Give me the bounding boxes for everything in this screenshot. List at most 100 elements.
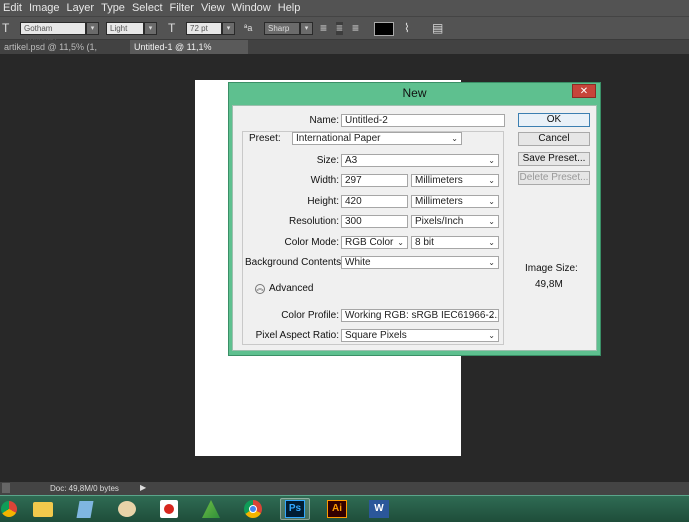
preset-value: International Paper [296,133,381,144]
dialog-body: Name: Untitled-2 Preset: International P… [232,105,597,351]
antialias-dropdown-icon[interactable]: ▾ [300,22,313,35]
panels-toggle-icon[interactable]: ▤ [432,22,443,35]
menu-type[interactable]: Type [101,2,132,14]
align-center-icon[interactable]: ≡ [336,22,344,35]
size-value: A3 [345,155,358,166]
menu-layer[interactable]: Layer [67,2,102,14]
font-size-icon: T [168,21,176,35]
color-profile-select[interactable]: Working RGB: sRGB IEC61966-2.1 ⌄ [341,309,499,322]
save-preset-button[interactable]: Save Preset... [518,152,590,166]
illustrator-taskbar-button[interactable]: Ai [322,498,352,520]
resolution-input[interactable]: 300 [341,215,408,228]
notepad-icon[interactable] [70,498,100,520]
tab-untitled-1[interactable]: Untitled-1 @ 11,1% (RGB/8)× [130,40,248,66]
document-tab-bar: artikel.psd @ 11,5% (1, RGB/8) *× Untitl… [0,40,689,66]
resolution-unit-select[interactable]: Pixels/Inch ⌄ [411,215,499,228]
color-profile-label: Color Profile: [281,310,339,321]
chevron-down-icon: ⌄ [488,258,495,267]
photoshop-taskbar-button[interactable]: Ps [280,498,310,520]
height-unit-value: Millimeters [415,196,463,207]
image-size-label: Image Size: [525,263,578,274]
width-label: Width: [310,175,339,186]
font-style-field[interactable]: Light [106,22,144,35]
acrobat-icon[interactable] [154,498,184,520]
height-label: Height: [307,196,339,207]
menu-window[interactable]: Window [232,2,278,14]
text-color-swatch[interactable] [374,22,394,36]
preset-select[interactable]: International Paper ⌄ [292,132,462,145]
menu-view[interactable]: View [201,2,232,14]
pixel-aspect-ratio-label: Pixel Aspect Ratio: [255,330,339,341]
font-size-dropdown-icon[interactable]: ▾ [222,22,235,35]
antialias-field[interactable]: Sharp [264,22,300,35]
chevron-down-icon: ⌄ [451,134,458,143]
font-family-dropdown-icon[interactable]: ▾ [86,22,99,35]
width-unit-select[interactable]: Millimeters ⌄ [411,174,499,187]
status-menu-arrow-icon[interactable]: ▶ [140,483,146,492]
font-style-dropdown-icon[interactable]: ▾ [144,22,157,35]
file-explorer-icon[interactable] [28,498,58,520]
chevron-down-icon: ⌄ [397,238,404,247]
photoshop-icon: Ps [285,500,305,518]
width-input[interactable]: 297 [341,174,408,187]
pixel-aspect-ratio-select[interactable]: Square Pixels ⌄ [341,329,499,342]
chrome-icon[interactable] [238,498,268,520]
pixel-aspect-ratio-value: Square Pixels [345,330,407,341]
cancel-button[interactable]: Cancel [518,132,590,146]
advanced-label[interactable]: Advanced [269,282,313,295]
size-label: Size: [316,155,339,166]
tab-artikel[interactable]: artikel.psd @ 11,5% (1, RGB/8) *× [0,40,126,66]
chevron-down-icon: ⌄ [488,176,495,185]
dialog-title: New [402,86,427,100]
menu-image[interactable]: Image [29,2,67,14]
chevron-down-icon: ⌄ [488,238,495,247]
zoom-field[interactable] [2,483,10,493]
background-contents-select[interactable]: White ⌄ [341,256,499,269]
status-bar: Doc: 49,8M/0 bytes ▶ [0,482,689,495]
font-family-field[interactable]: Gotham Rounded [20,22,86,44]
menu-select[interactable]: Select [132,2,170,14]
resolution-label: Resolution: [288,216,339,227]
delete-preset-button: Delete Preset... [518,171,590,185]
antialias-icon: ªa [244,23,253,33]
height-unit-select[interactable]: Millimeters ⌄ [411,195,499,208]
illustrator-icon: Ai [327,500,347,518]
name-input[interactable]: Untitled-2 [341,114,505,127]
resolution-unit-value: Pixels/Inch [415,216,464,227]
chevron-down-icon: ⌄ [488,156,495,165]
menu-bar: Edit Image Layer Type Select Filter View… [0,0,689,16]
type-tool-icon[interactable]: T [2,22,9,35]
color-mode-label: Color Mode: [284,237,339,248]
word-taskbar-button[interactable]: W [364,498,394,520]
chevron-down-icon: ⌄ [488,311,495,320]
align-left-icon[interactable]: ≡ [320,22,327,35]
windows-taskbar: Ps Ai W [0,495,689,522]
image-size-value: 49,8M [535,279,563,290]
new-document-dialog: New ✕ Name: Untitled-2 Preset: Internati… [228,82,601,356]
menu-help[interactable]: Help [278,2,308,14]
align-right-icon[interactable]: ≡ [352,22,359,35]
corel-draw-icon[interactable] [196,498,226,520]
bit-depth-select[interactable]: 8 bit ⌄ [411,236,499,249]
options-bar: T Gotham Rounded ▾ Light ▾ T 72 pt ▾ ªa … [0,16,689,44]
ok-button[interactable]: OK [518,113,590,127]
size-select[interactable]: A3 ⌄ [341,154,499,167]
height-input[interactable]: 420 [341,195,408,208]
word-icon: W [369,500,389,518]
paint-icon[interactable] [112,498,142,520]
color-mode-value: RGB Color [345,237,394,248]
chrome-partial-icon[interactable] [0,498,24,520]
color-mode-select[interactable]: RGB Color ⌄ [341,236,408,249]
menu-edit[interactable]: Edit [0,2,29,14]
preset-label: Preset: [247,132,281,145]
warp-text-icon[interactable]: ⌇ [404,22,410,35]
background-contents-label: Background Contents: [245,257,344,268]
menu-filter[interactable]: Filter [170,2,201,14]
font-size-field[interactable]: 72 pt [186,22,222,35]
background-contents-value: White [345,257,371,268]
width-unit-value: Millimeters [415,175,463,186]
document-size-readout: Doc: 49,8M/0 bytes [50,484,119,493]
color-profile-value: Working RGB: sRGB IEC61966-2.1 [345,310,499,321]
close-icon[interactable]: ✕ [572,84,596,98]
advanced-toggle-icon[interactable]: ︽ [255,284,265,294]
